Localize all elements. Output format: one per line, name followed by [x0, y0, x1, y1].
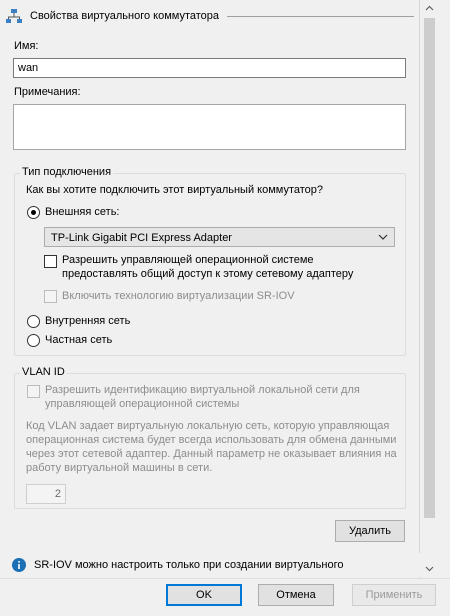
scroll-thumb[interactable] [424, 18, 435, 518]
sriov-label: Включить технологию виртуализации SR-IOV [62, 290, 295, 302]
connection-type-legend: Тип подключения [20, 166, 114, 178]
header-divider [227, 16, 414, 17]
allow-mgmt-checkbox[interactable] [44, 255, 57, 268]
info-text: SR-IOV можно настроить только при создан… [34, 559, 344, 571]
scroll-down-icon[interactable] [425, 564, 434, 573]
vlan-enable-checkbox[interactable] [27, 385, 40, 398]
private-network-label: Частная сеть [45, 334, 113, 346]
external-network-label: Внешняя сеть: [45, 206, 120, 218]
private-network-radio[interactable] [27, 334, 40, 347]
scroll-up-icon[interactable] [425, 4, 434, 13]
external-network-radio[interactable] [27, 206, 40, 219]
vlan-description: Код VLAN задает виртуальную локальную се… [26, 420, 397, 474]
ok-button[interactable]: OK [166, 584, 242, 606]
panel-title: Свойства виртуального коммутатора [30, 10, 220, 22]
internal-network-radio[interactable] [27, 315, 40, 328]
apply-button[interactable]: Применить [352, 584, 436, 606]
vlan-enable-label: Разрешить идентификацию виртуальной лока… [45, 384, 360, 410]
network-switch-icon [6, 9, 22, 23]
chevron-down-icon [378, 234, 388, 240]
dialog-footer: OK Отмена Применить [0, 578, 450, 616]
sriov-checkbox[interactable] [44, 290, 57, 303]
adapter-select-value: TP-Link Gigabit PCI Express Adapter [51, 232, 232, 244]
notes-textarea[interactable] [13, 104, 406, 150]
switch-properties-panel: Свойства виртуального коммутатора Имя: w… [0, 0, 420, 578]
allow-mgmt-label: Разрешить управляющей операционной систе… [62, 254, 354, 280]
adapter-select[interactable]: TP-Link Gigabit PCI Express Adapter [44, 227, 395, 247]
name-input[interactable]: wan [13, 58, 406, 78]
delete-button[interactable]: Удалить [335, 520, 405, 542]
panel-header: Свойства виртуального коммутатора [6, 6, 414, 26]
info-icon [12, 558, 26, 572]
internal-network-label: Внутренняя сеть [45, 315, 131, 327]
name-label: Имя: [14, 40, 39, 52]
cancel-button[interactable]: Отмена [258, 584, 334, 606]
info-bar: SR-IOV можно настроить только при создан… [0, 553, 420, 577]
vertical-scrollbar[interactable] [421, 0, 438, 578]
vlan-id-input[interactable]: 2 [26, 484, 66, 504]
notes-label: Примечания: [14, 86, 81, 98]
connection-question: Как вы хотите подключить этот виртуальны… [26, 184, 324, 196]
vlan-legend: VLAN ID [20, 366, 67, 378]
